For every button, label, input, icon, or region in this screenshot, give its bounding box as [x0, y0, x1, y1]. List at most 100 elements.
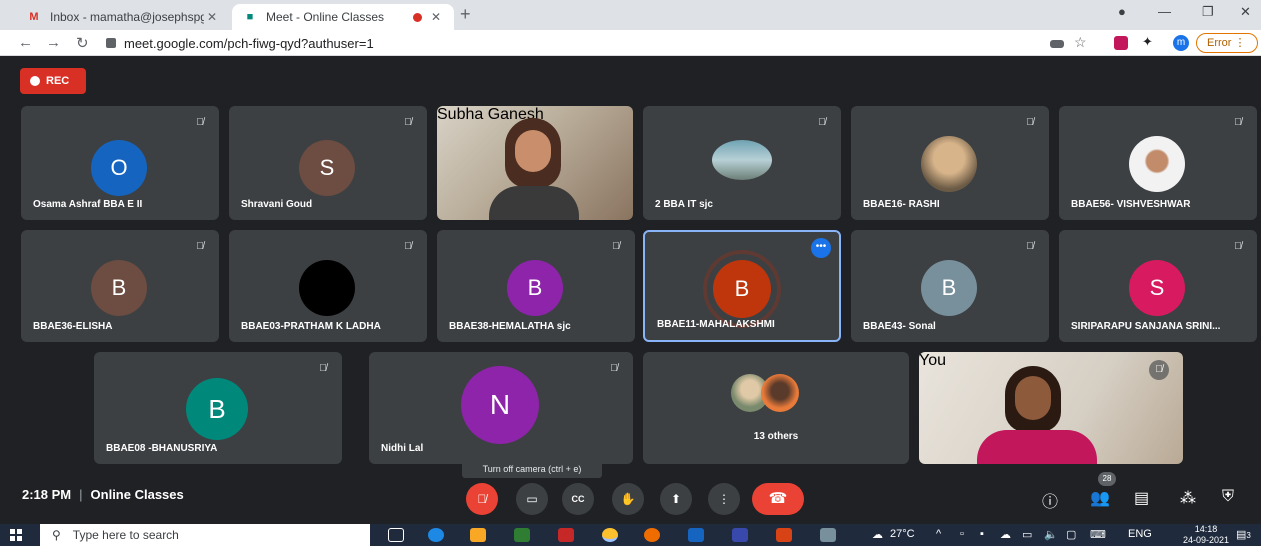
present-button[interactable]: ⬆ [660, 483, 692, 515]
captions-button[interactable]: CC [562, 483, 594, 515]
bookmark-star-icon[interactable]: ☆ [1074, 34, 1087, 51]
mic-toggle-button[interactable]: 🎙̸ [466, 483, 498, 515]
onedrive-icon[interactable]: ☁ [1000, 528, 1011, 541]
chrome-icon[interactable] [602, 528, 618, 542]
participant-tile[interactable]: 🎙̸ 2 BBA IT sjc [643, 106, 841, 220]
participant-name: Osama Ashraf BBA E II [33, 199, 143, 210]
edge-icon[interactable] [428, 528, 444, 542]
self-video[interactable]: 🎙̸ You [919, 352, 1183, 464]
tray-chevron-icon[interactable]: ^ [936, 528, 941, 540]
network-icon[interactable]: ▭ [1022, 528, 1032, 541]
participant-tile[interactable]: 🎙̸ N Nidhi Lal [369, 352, 633, 464]
taskbar-clock[interactable]: 14:18 24-09-2021 [1183, 524, 1229, 546]
participant-tile[interactable]: 🎙̸ S Shravani Goud [229, 106, 427, 220]
notification-icon[interactable]: ▤3 [1236, 528, 1251, 541]
url-field[interactable]: meet.google.com/pch-fiwg-qyd?authuser=1 [106, 32, 1036, 54]
chat-icon[interactable]: ▤ [1134, 488, 1149, 508]
more-options-icon[interactable]: ••• [811, 238, 831, 258]
app-icon[interactable] [732, 528, 748, 542]
extensions-puzzle-icon[interactable]: ✦ [1142, 34, 1153, 50]
error-label: Error [1207, 37, 1232, 49]
camera-toggle-button[interactable]: ▭ [516, 483, 548, 515]
camera-icon: ▭ [526, 492, 538, 506]
meet-icon: ■ [246, 11, 254, 23]
error-button[interactable]: Error ⋮ [1196, 33, 1258, 53]
firefox-icon[interactable] [644, 528, 660, 542]
new-tab-button[interactable]: + [460, 4, 471, 25]
avatar: S [299, 140, 355, 196]
windows-start-icon[interactable] [10, 529, 22, 541]
avatar: N [461, 366, 539, 444]
forward-icon[interactable]: → [46, 34, 61, 51]
participant-tile[interactable]: 🎙̸ O Osama Ashraf BBA E II [21, 106, 219, 220]
mic-off-icon: 🎙̸ [1026, 117, 1034, 128]
tab-inbox[interactable]: M Inbox - mamatha@josephspgcoll ✕ [16, 4, 230, 30]
task-view-icon[interactable] [388, 528, 404, 542]
participant-tile[interactable]: 🎙̸ B BBAE43- Sonal [851, 230, 1049, 342]
end-call-icon: ☎ [768, 490, 788, 507]
participant-tile-speaking[interactable]: ••• B BBAE11-MAHALAKSHMI [643, 230, 841, 342]
participant-tile[interactable]: 🎙̸ BBAE56- VISHVESHWAR [1059, 106, 1257, 220]
participant-tile[interactable]: 🎙̸ BBAE03-PRATHAM K LADHA [229, 230, 427, 342]
profile-avatar[interactable]: m [1173, 35, 1189, 51]
meeting-details-icon[interactable]: ⓘ [1042, 488, 1058, 512]
keyboard-icon[interactable]: ⌨ [1090, 528, 1106, 541]
host-controls-icon[interactable]: ⛨ [1222, 488, 1234, 506]
reload-icon[interactable]: ↻ [76, 34, 89, 52]
display-icon[interactable]: ▢ [1066, 528, 1076, 541]
participant-tile[interactable]: 🎙̸ B BBAE38-HEMALATHA sjc [437, 230, 635, 342]
raise-hand-button[interactable]: ✋ [612, 483, 644, 515]
close-tab-icon[interactable]: ✕ [428, 10, 444, 24]
recording-badge: REC [20, 68, 86, 94]
volume-icon[interactable]: 🔈 [1044, 528, 1058, 541]
acrobat-icon[interactable] [558, 528, 574, 542]
minimize-button[interactable]: — [1158, 4, 1171, 19]
taskbar-search[interactable]: ⚲ Type here to search [40, 524, 370, 546]
powerpoint-icon[interactable] [776, 528, 792, 542]
participant-video[interactable]: Subha Ganesh [437, 106, 633, 220]
close-window-button[interactable]: ✕ [1240, 4, 1251, 20]
mic-off-icon: 🎙̸ [818, 117, 826, 128]
excel-icon[interactable] [514, 528, 530, 542]
back-icon[interactable]: ← [18, 34, 33, 51]
participant-name: BBAE36-ELISHA [33, 321, 113, 332]
lock-icon[interactable] [106, 38, 116, 48]
more-options-button[interactable]: ⋮ [708, 483, 740, 515]
participant-name: BBAE16- RASHI [863, 199, 940, 210]
participant-name: BBAE11-MAHALAKSHMI [657, 319, 775, 330]
camera-tooltip: Turn off camera (ctrl + e) [462, 460, 602, 478]
participant-tile[interactable]: 🎙̸ B BBAE08 -BHANUSRIYA [94, 352, 342, 464]
restore-button[interactable]: ❐ [1202, 4, 1214, 20]
language-indicator[interactable]: ENG [1128, 528, 1152, 540]
leave-call-button[interactable]: ☎ [752, 483, 804, 515]
mic-off-icon: 🎙̸ [319, 363, 327, 374]
app-icon[interactable] [820, 528, 836, 542]
meeting-control-bar: 2:18 PM | Online Classes 🎙̸ ▭ CC ✋ ⬆ ⋮ ☎ ⓘ… [0, 472, 1261, 520]
rec-label: REC [46, 75, 70, 87]
others-tile[interactable]: 13 others [643, 352, 909, 464]
activities-icon[interactable]: ⁂ [1180, 488, 1196, 508]
close-tab-icon[interactable]: ✕ [204, 10, 220, 24]
participant-tile[interactable]: 🎙̸ S SIRIPARAPU SANJANA SRINI... [1059, 230, 1257, 342]
word-icon[interactable] [688, 528, 704, 542]
camera-in-use-icon[interactable] [1050, 40, 1064, 48]
tab-search-icon[interactable]: ● [1118, 4, 1126, 19]
file-explorer-icon[interactable] [470, 528, 486, 542]
tray-app-icon[interactable]: ▪ [980, 528, 984, 540]
temperature[interactable]: 27°C [890, 528, 915, 540]
clock-date: 24-09-2021 [1183, 535, 1230, 545]
participant-name: Nidhi Lal [381, 443, 424, 454]
avatar: B [713, 260, 771, 318]
participant-tile[interactable]: 🎙̸ B BBAE36-ELISHA [21, 230, 219, 342]
avatar-photo [1129, 136, 1185, 192]
mic-off-icon: 🎙̸ [196, 241, 204, 252]
address-bar-row: ← → ↻ meet.google.com/pch-fiwg-qyd?authu… [0, 30, 1261, 56]
extension-icon[interactable] [1114, 36, 1128, 50]
avatar: B [91, 260, 147, 316]
weather-icon[interactable]: ☁ [872, 528, 883, 541]
mic-off-icon: 🎙̸ [612, 241, 620, 252]
participant-tile[interactable]: 🎙̸ BBAE16- RASHI [851, 106, 1049, 220]
tray-app-icon[interactable]: ▫ [960, 528, 964, 540]
tab-meet[interactable]: ■ Meet - Online Classes ✕ [232, 4, 454, 30]
people-icon[interactable]: 👥 [1090, 488, 1110, 508]
